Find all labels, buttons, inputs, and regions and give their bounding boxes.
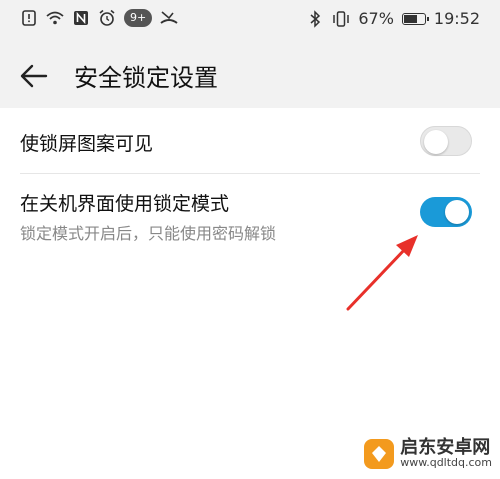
status-icons-left: 9+ (20, 9, 178, 27)
toggle-knob (445, 200, 469, 224)
setting-label: 在关机界面使用锁定模式 (20, 193, 230, 215)
watermark-logo (364, 438, 395, 469)
setting-label: 使锁屏图案可见 (20, 133, 154, 155)
nfc-icon (72, 9, 90, 27)
notification-badge: 9+ (124, 9, 153, 27)
bluetooth-icon (306, 9, 324, 28)
lockdown-mode-toggle[interactable] (420, 197, 472, 227)
battery-level (403, 14, 417, 23)
missed-call-icon (160, 9, 178, 27)
battery-percent: 67% (358, 9, 394, 28)
back-button[interactable] (16, 58, 52, 94)
wifi-icon (46, 9, 64, 27)
watermark-name: 启东安卓网 (400, 436, 491, 458)
alarm-icon (98, 9, 116, 27)
clock: 19:52 (433, 9, 480, 28)
setting-row-lockdown-mode[interactable]: 在关机界面使用锁定模式 锁定模式开启后，只能使用密码解锁 (0, 174, 500, 266)
status-bar: 9+ 67% 19:52 (0, 0, 500, 40)
alert-icon (20, 9, 38, 27)
watermark-url: www.qdltdq.com (400, 456, 492, 470)
toggle-knob (424, 130, 448, 154)
setting-subtitle: 锁定模式开启后，只能使用密码解锁 (20, 224, 277, 243)
battery-icon (401, 12, 429, 25)
back-arrow-icon (20, 64, 48, 88)
visible-pattern-toggle[interactable] (420, 126, 472, 156)
watermark: 启东安卓网 www.qdltdq.com (364, 436, 492, 470)
page-title: 安全锁定设置 (74, 64, 218, 92)
vibrate-icon (332, 10, 350, 28)
watermark-text: 启东安卓网 www.qdltdq.com (400, 436, 492, 470)
screen: 9+ 67% 19:52 安全锁定设置 使锁屏图案可见 在关机界面使用锁定模式 … (0, 0, 500, 479)
status-icons-right: 67% 19:52 (306, 9, 480, 28)
app-header: 安全锁定设置 (0, 44, 500, 104)
setting-row-visible-pattern[interactable]: 使锁屏图案可见 (0, 108, 500, 174)
